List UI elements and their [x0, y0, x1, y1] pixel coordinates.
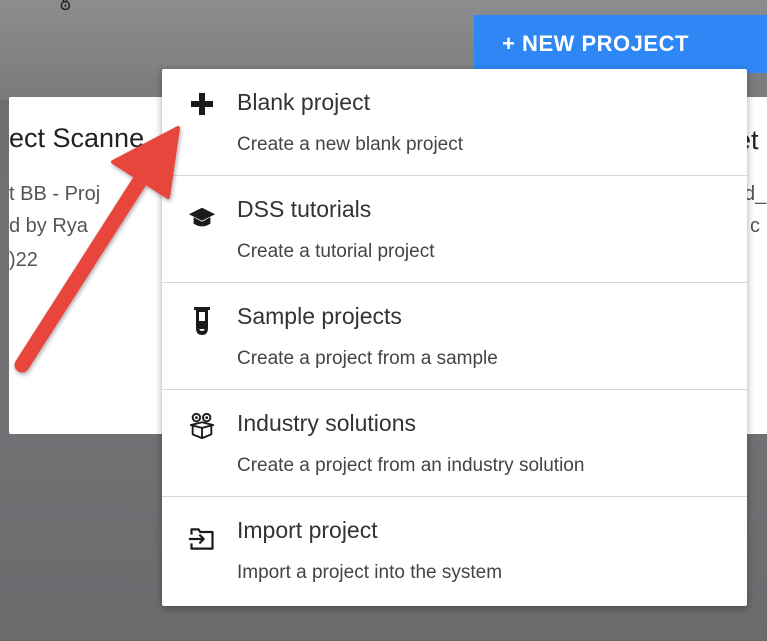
- project-card-subtitle: d_: [744, 183, 767, 205]
- project-card-author: c: [750, 215, 760, 237]
- menu-item-title: Blank project: [237, 89, 370, 115]
- menu-item-industry-solutions[interactable]: Industry solutions Create a project from…: [162, 390, 747, 496]
- top-partial-icon: ఠ: [60, 0, 71, 14]
- stage: ఠ ect Scanne t BB - Proj d by Rya )22 et…: [0, 0, 767, 641]
- project-card-subtitle: t BB - Proj: [9, 183, 101, 205]
- menu-item-title: Import project: [237, 517, 378, 543]
- menu-item-description: Create a tutorial project: [237, 241, 435, 262]
- new-project-button[interactable]: + NEW PROJECT: [474, 15, 767, 73]
- menu-item-dss-tutorials[interactable]: DSS tutorials Create a tutorial project: [162, 176, 747, 282]
- menu-item-sample-projects[interactable]: Sample projects Create a project from a …: [162, 283, 747, 389]
- menu-item-title: Sample projects: [237, 303, 402, 329]
- menu-item-import-project[interactable]: Import project Import a project into the…: [162, 497, 747, 603]
- menu-item-description: Create a new blank project: [237, 134, 464, 155]
- menu-item-blank-project[interactable]: Blank project Create a new blank project: [162, 69, 747, 175]
- menu-item-title: DSS tutorials: [237, 196, 372, 222]
- gears-box-icon: [188, 412, 216, 440]
- project-card-author: d by Rya: [9, 215, 88, 237]
- project-card-title: ect Scanne: [9, 123, 145, 153]
- project-card-date: )22: [9, 249, 38, 271]
- import-icon: [188, 525, 216, 553]
- menu-item-description: Create a project from a sample: [237, 348, 498, 369]
- plus-icon: [188, 90, 216, 118]
- graduation-cap-icon: [188, 204, 216, 232]
- new-project-menu: Blank project Create a new blank project…: [162, 69, 747, 606]
- menu-item-title: Industry solutions: [237, 410, 416, 436]
- menu-item-description: Import a project into the system: [237, 562, 503, 583]
- menu-item-description: Create a project from an industry soluti…: [237, 455, 585, 476]
- test-tube-icon: [188, 307, 216, 335]
